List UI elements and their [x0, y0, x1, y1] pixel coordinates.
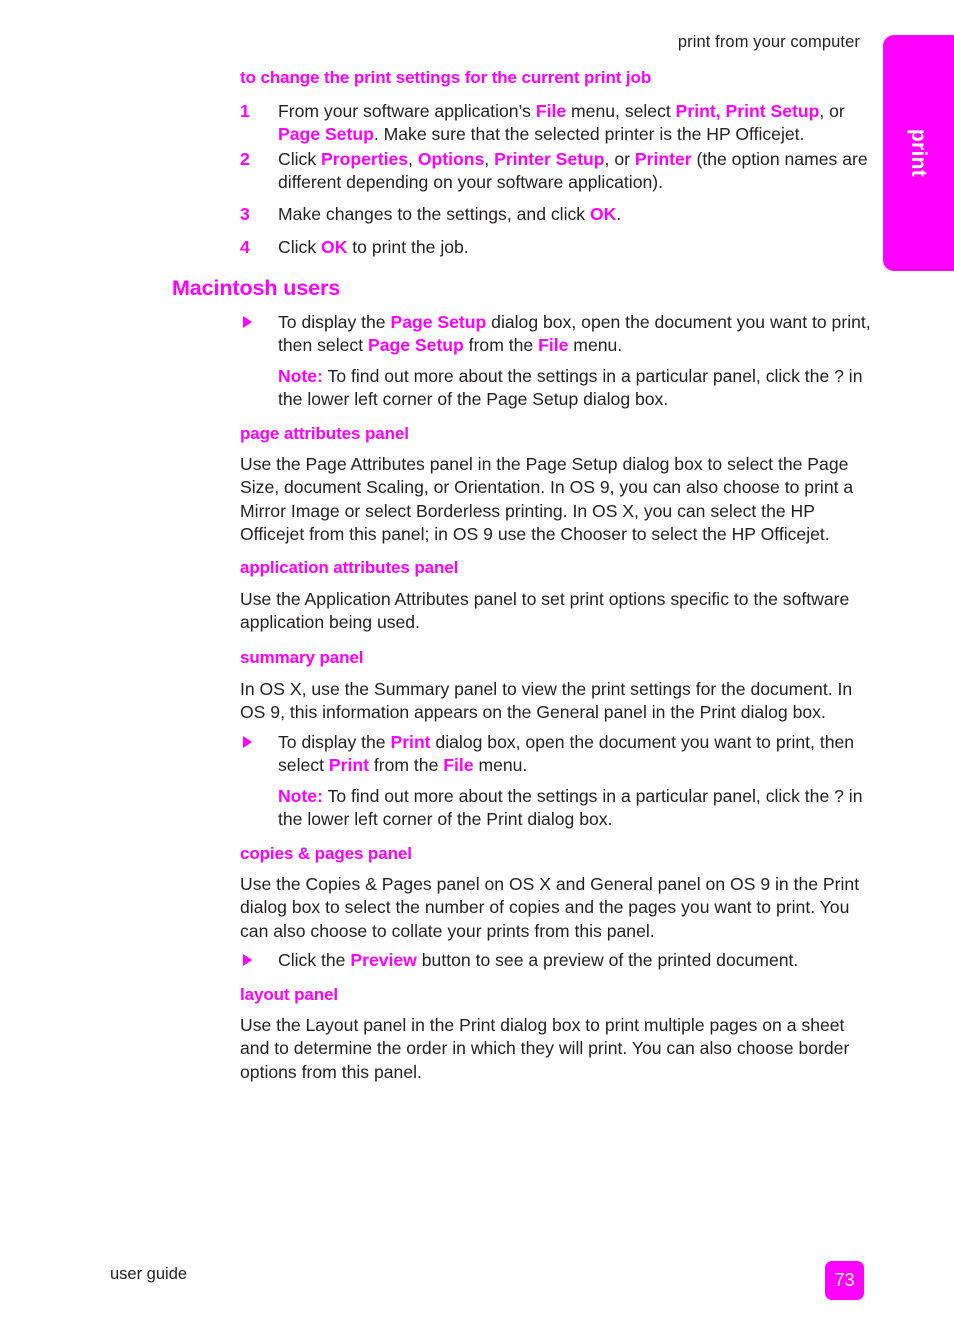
- step-text: Click Properties, Options, Printer Setup…: [278, 149, 868, 193]
- body-layout-panel: Use the Layout panel in the Print dialog…: [240, 1015, 850, 1082]
- heading-layout-panel: layout panel: [240, 985, 338, 1004]
- heading-page-attributes-panel: page attributes panel: [240, 424, 409, 443]
- note-print-dialog: Note: To find out more about the setting…: [278, 786, 863, 830]
- side-thumb-tab-print: print: [883, 35, 954, 271]
- content-column: to change the print settings for the cur…: [0, 0, 883, 1321]
- bullet-text: To display the Print dialog box, open th…: [278, 732, 855, 776]
- heading-copies-pages-panel: copies & pages panel: [240, 844, 412, 863]
- body-page-attributes-panel: Use the Page Attributes panel in the Pag…: [240, 454, 854, 545]
- heading-summary-panel: summary panel: [240, 648, 364, 667]
- footer-user-guide-label: user guide: [110, 1265, 188, 1283]
- heading-change-print-settings: to change the print settings for the cur…: [240, 68, 652, 87]
- bullet-text: To display the Page Setup dialog box, op…: [278, 312, 871, 356]
- step-text: Click OK to print the job.: [278, 237, 469, 257]
- list-item-step-2: 2 Click Properties, Options, Printer Set…: [240, 148, 874, 195]
- side-tab-label: print: [907, 128, 931, 178]
- page-number-badge: 73: [825, 1261, 864, 1300]
- body-application-attributes-panel: Use the Application Attributes panel to …: [240, 589, 850, 633]
- heading-application-attributes-panel: application attributes panel: [240, 558, 459, 577]
- heading-macintosh-users: Macintosh users: [172, 276, 341, 300]
- step-number: 2: [240, 149, 250, 169]
- bullet-preview-button: Click the Preview button to see a previe…: [240, 949, 874, 972]
- bullet-print-dialog: To display the Print dialog box, open th…: [240, 731, 874, 778]
- list-item-step-3: 3 Make changes to the settings, and clic…: [240, 203, 874, 226]
- step-text: Make changes to the settings, and click …: [278, 204, 622, 224]
- document-page: print from your computer print to change…: [0, 0, 954, 1321]
- note-page-setup: Note: To find out more about the setting…: [278, 366, 863, 410]
- bullet-page-setup: To display the Page Setup dialog box, op…: [240, 311, 874, 358]
- list-item-step-1: 1 From your software application’s File …: [240, 100, 874, 147]
- step-text: From your software application’s File me…: [278, 101, 845, 145]
- step-number: 4: [240, 237, 250, 257]
- list-item-step-4: 4 Click OK to print the job.: [240, 236, 874, 259]
- bullet-text: Click the Preview button to see a previe…: [278, 950, 799, 970]
- body-copies-pages-panel: Use the Copies & Pages panel on OS X and…: [240, 874, 860, 941]
- step-number: 3: [240, 204, 250, 224]
- step-number: 1: [240, 101, 250, 121]
- body-summary-panel: In OS X, use the Summary panel to view t…: [240, 679, 853, 723]
